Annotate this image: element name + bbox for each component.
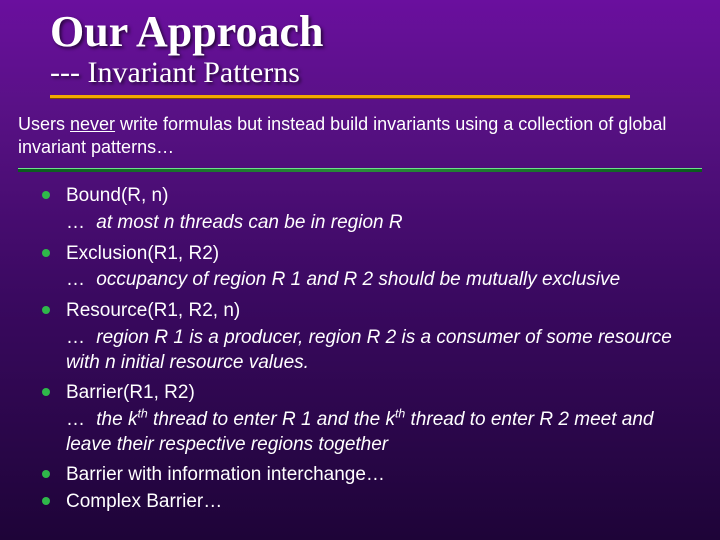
sup-th: th — [395, 407, 405, 421]
list-item: Exclusion(R1, R2) — [42, 242, 690, 267]
intro-post: write formulas but instead build invaria… — [18, 114, 666, 157]
bullet-icon — [42, 388, 50, 396]
sub-text: should be mutually exclusive — [373, 269, 620, 290]
sub-text: thread to enter — [405, 409, 539, 430]
var-n: n — [105, 352, 116, 373]
list-item: Barrier(R1, R2) — [42, 381, 690, 406]
bullet-icon — [42, 470, 50, 478]
intro-text: Users never write formulas but instead b… — [0, 99, 720, 162]
item-head: Resource(R1, R2, n) — [66, 300, 240, 321]
item-sub: … occupancy of region R 1 and R 2 should… — [42, 268, 690, 293]
slide-title: Our Approach — [50, 8, 720, 56]
title-block: Our Approach --- Invariant Patterns — [0, 0, 720, 89]
list-item: Bound(R, n) — [42, 184, 690, 209]
sub-text: initial resource values. — [116, 352, 309, 373]
intro-never: never — [70, 114, 115, 134]
var-r: R 1 — [154, 327, 184, 348]
item-head: Barrier(R1, R2) — [66, 382, 195, 403]
item-head: Bound(R, n) — [66, 185, 168, 206]
var-n: n — [164, 212, 175, 233]
sub-text: is a producer, region — [184, 327, 367, 348]
var-r: R — [389, 212, 403, 233]
item-sub: … at most n threads can be in region R — [42, 211, 690, 236]
ellipsis: … — [66, 269, 85, 290]
item-head: Barrier with information interchange… — [66, 464, 385, 485]
bullet-icon — [42, 306, 50, 314]
var-r: R 1 — [272, 269, 302, 290]
item-sub: … region R 1 is a producer, region R 2 i… — [42, 326, 690, 375]
ellipsis: … — [66, 212, 85, 233]
sub-text: region — [91, 327, 154, 348]
var-r: R 2 — [539, 409, 569, 430]
var-r: R 1 — [282, 409, 312, 430]
sub-text: at most — [91, 212, 164, 233]
item-sub: … the kth thread to enter R 1 and the kt… — [42, 408, 690, 457]
list-item: Resource(R1, R2, n) — [42, 299, 690, 324]
bullet-icon — [42, 249, 50, 257]
item-head: Exclusion(R1, R2) — [66, 243, 219, 264]
sub-text: the k — [91, 409, 137, 430]
sub-text: threads can be in region — [174, 212, 388, 233]
sub-text: and the k — [312, 409, 395, 430]
item-head: Complex Barrier… — [66, 491, 222, 512]
list-item: Complex Barrier… — [42, 490, 690, 515]
list-item: Barrier with information interchange… — [42, 463, 690, 488]
sub-text: thread to enter — [148, 409, 282, 430]
var-r: R 2 — [343, 269, 373, 290]
intro-pre: Users — [18, 114, 70, 134]
bullet-icon — [42, 191, 50, 199]
slide-subtitle: --- Invariant Patterns — [50, 56, 720, 89]
slide: Our Approach --- Invariant Patterns User… — [0, 0, 720, 540]
var-r: R 2 — [367, 327, 397, 348]
bullet-icon — [42, 497, 50, 505]
pattern-list: Bound(R, n) … at most n threads can be i… — [0, 172, 720, 514]
sub-text: occupancy of region — [91, 269, 272, 290]
ellipsis: … — [66, 327, 85, 348]
sub-text: and — [301, 269, 343, 290]
sup-th: th — [137, 407, 147, 421]
ellipsis: … — [66, 409, 85, 430]
